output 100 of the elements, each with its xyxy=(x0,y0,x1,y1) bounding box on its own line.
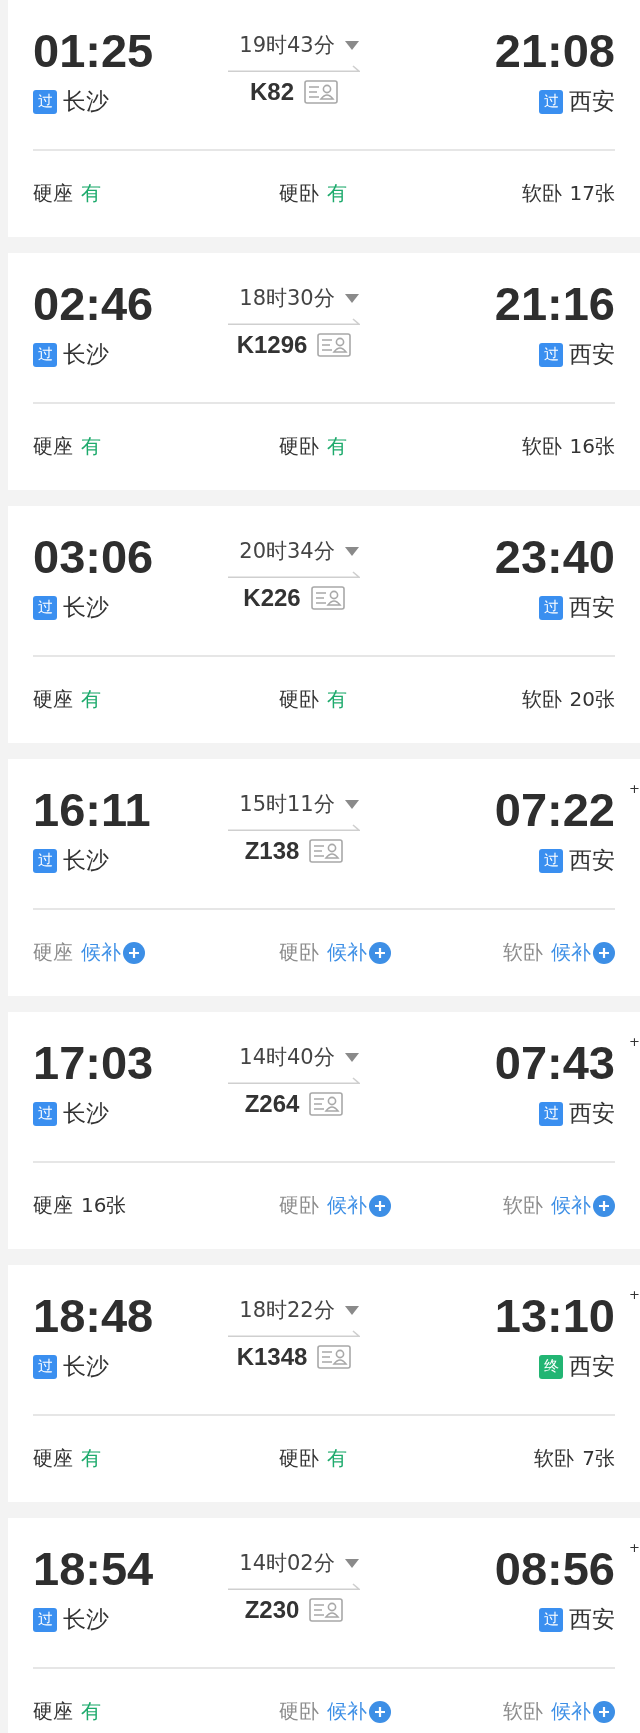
station-badge: 过 xyxy=(539,1607,563,1632)
seat-class: 硬座 xyxy=(33,180,73,207)
train-card[interactable]: 03:06 过 长沙 20时34分 K226 23:40 过 西安 硬座 有 硬卧 有 软卧 20张 xyxy=(8,506,640,743)
next-day-mark: + xyxy=(629,1540,640,1555)
arrival-time: 13:10 xyxy=(494,1289,615,1343)
departure-station: 长沙 xyxy=(63,340,109,369)
seat-class: 软卧 xyxy=(503,1192,543,1219)
train-number[interactable]: Z264 xyxy=(244,1090,300,1118)
seat-availability: 有 xyxy=(327,180,347,207)
seat-class: 软卧 xyxy=(521,433,562,460)
train-card[interactable]: + 17:03 过 长沙 14时40分 Z264 07:43 过 西安 硬座 16张 硬卧 候补 软卧 候补 xyxy=(8,1012,640,1249)
seat-class: 硬座 xyxy=(33,433,73,460)
travel-duration: 14时02分 xyxy=(239,1550,335,1577)
seat-availability: 有 xyxy=(81,686,101,713)
caret-icon[interactable] xyxy=(344,1558,359,1568)
seat-class: 硬座 xyxy=(33,686,73,713)
train-card[interactable]: + 18:48 过 长沙 18时22分 K1348 13:10 终 西安 硬座 有 硬卧 有 软卧 7张 xyxy=(8,1265,640,1502)
travel-duration: 20时34分 xyxy=(239,538,335,565)
caret-icon[interactable] xyxy=(344,546,359,556)
station-badge: 过 xyxy=(33,342,57,367)
station-badge: 过 xyxy=(539,342,563,367)
plus-icon[interactable] xyxy=(593,941,615,964)
station-badge: 过 xyxy=(33,595,57,620)
seat-availability[interactable]: 候补 xyxy=(551,1192,591,1219)
seat-availability[interactable]: 候补 xyxy=(327,1192,367,1219)
arrival-station: 西安 xyxy=(569,340,615,369)
seat-availability: 有 xyxy=(81,1445,101,1472)
departure-station: 长沙 xyxy=(63,1605,109,1634)
caret-icon[interactable] xyxy=(344,40,359,50)
seat-class: 硬卧 xyxy=(279,686,319,713)
arrival-time: 07:43 xyxy=(494,1036,615,1090)
seat-class: 硬卧 xyxy=(279,1445,319,1472)
next-day-mark: + xyxy=(629,781,640,796)
train-number[interactable]: K226 xyxy=(243,584,301,612)
seat-class: 硬座 xyxy=(33,939,73,966)
seat-availability: 有 xyxy=(327,433,347,460)
id-card-icon xyxy=(317,1345,352,1369)
plus-icon[interactable] xyxy=(593,1194,615,1217)
arrival-station: 西安 xyxy=(569,1099,615,1128)
station-badge: 过 xyxy=(539,848,563,873)
seat-availability[interactable]: 候补 xyxy=(551,939,591,966)
caret-icon[interactable] xyxy=(344,293,359,303)
next-day-mark: + xyxy=(629,1034,640,1049)
next-day-mark: + xyxy=(629,1287,640,1302)
id-card-icon xyxy=(309,1092,344,1116)
train-number[interactable]: K82 xyxy=(250,78,294,106)
departure-time: 02:46 xyxy=(33,277,155,331)
id-card-icon xyxy=(309,1598,344,1622)
arrival-station: 西安 xyxy=(569,593,615,622)
travel-duration: 14时40分 xyxy=(239,1044,335,1071)
travel-duration: 19时43分 xyxy=(239,32,335,59)
seat-availability: 7张 xyxy=(582,1445,615,1472)
departure-station: 长沙 xyxy=(63,1352,109,1381)
id-card-icon xyxy=(304,80,338,104)
seat-class: 硬座 xyxy=(33,1192,73,1219)
departure-station: 长沙 xyxy=(63,1099,109,1128)
train-number[interactable]: Z230 xyxy=(244,1596,300,1624)
station-badge: 终 xyxy=(539,1354,563,1379)
station-badge: 过 xyxy=(539,1101,563,1126)
seat-availability: 有 xyxy=(81,180,101,207)
caret-icon[interactable] xyxy=(344,799,359,809)
seat-availability: 有 xyxy=(81,1698,101,1725)
train-number[interactable]: K1296 xyxy=(236,331,308,359)
train-card[interactable]: + 18:54 过 长沙 14时02分 Z230 08:56 过 西安 硬座 有 硬卧 候补 软卧 候补 xyxy=(8,1518,640,1733)
seat-availability: 有 xyxy=(327,686,347,713)
seat-availability[interactable]: 候补 xyxy=(551,1698,591,1725)
seat-availability[interactable]: 候补 xyxy=(327,939,367,966)
train-card[interactable]: 02:46 过 长沙 18时30分 K1296 21:16 过 西安 硬座 有 硬卧 有 软卧 16张 xyxy=(8,253,640,490)
departure-time: 18:48 xyxy=(33,1289,155,1343)
station-badge: 过 xyxy=(33,1607,57,1632)
train-number[interactable]: K1348 xyxy=(236,1343,308,1371)
departure-station: 长沙 xyxy=(63,87,109,116)
train-card[interactable]: + 16:11 过 长沙 15时11分 Z138 07:22 过 西安 硬座 候补 硬卧 候补 软卧 候补 xyxy=(8,759,640,996)
arrival-time: 21:08 xyxy=(494,24,615,78)
plus-icon[interactable] xyxy=(369,941,391,964)
seat-class: 软卧 xyxy=(503,1698,543,1725)
travel-duration: 15时11分 xyxy=(239,791,335,818)
seat-class: 硬座 xyxy=(33,1445,73,1472)
seat-availability[interactable]: 候补 xyxy=(81,939,121,966)
departure-time: 17:03 xyxy=(33,1036,155,1090)
arrival-time: 08:56 xyxy=(494,1542,615,1596)
station-badge: 过 xyxy=(539,89,563,114)
seat-availability[interactable]: 候补 xyxy=(327,1698,367,1725)
plus-icon[interactable] xyxy=(369,1194,391,1217)
departure-station: 长沙 xyxy=(63,593,109,622)
travel-duration: 18时30分 xyxy=(239,285,335,312)
seat-availability: 有 xyxy=(81,433,101,460)
arrival-station: 西安 xyxy=(569,846,615,875)
seat-class: 软卧 xyxy=(534,1445,575,1472)
station-badge: 过 xyxy=(33,1101,57,1126)
train-number[interactable]: Z138 xyxy=(244,837,300,865)
caret-icon[interactable] xyxy=(344,1052,359,1062)
plus-icon[interactable] xyxy=(369,1700,391,1723)
arrival-station: 西安 xyxy=(569,1352,615,1381)
caret-icon[interactable] xyxy=(344,1305,359,1315)
plus-icon[interactable] xyxy=(593,1700,615,1723)
id-card-icon xyxy=(309,839,344,863)
plus-icon[interactable] xyxy=(123,941,145,964)
seat-class: 软卧 xyxy=(503,939,543,966)
train-card[interactable]: 01:25 过 长沙 19时43分 K82 21:08 过 西安 硬座 有 硬卧 有 软卧 17张 xyxy=(8,0,640,237)
